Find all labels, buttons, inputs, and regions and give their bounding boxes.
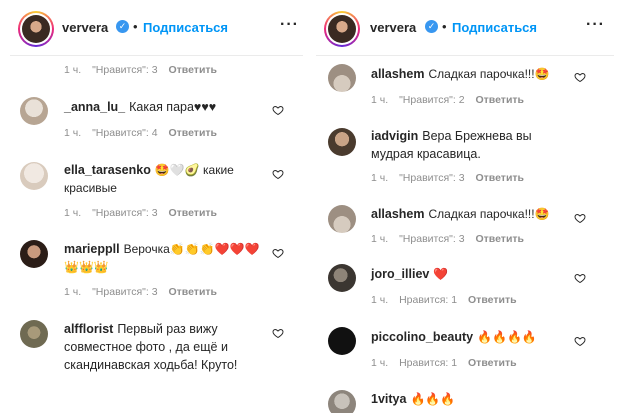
comment-time[interactable]: 1 ч. [371, 357, 388, 369]
comments-panel-left: ververa ✓ • Подписаться ··· 1 ч. "Нравит… [10, 0, 303, 413]
comment-body: iadvigin Вера Брежнева вы мудрая красавиц… [371, 127, 571, 163]
comment-time[interactable]: 1 ч. [371, 94, 388, 106]
comment-time[interactable]: 1 ч. [64, 286, 81, 298]
reply-button[interactable]: Ответить [168, 207, 217, 219]
comment-time[interactable]: 1 ч. [371, 172, 388, 184]
more-options-icon[interactable]: ··· [586, 16, 605, 34]
comment-meta: 1 ч. "Нравится": 4 Ответить [64, 127, 225, 139]
comment-body: 1vitya 🔥🔥🔥 [371, 390, 581, 408]
comment-time[interactable]: 1 ч. [371, 233, 388, 245]
verified-badge-icon: ✓ [116, 20, 129, 33]
comment-avatar[interactable] [328, 390, 356, 413]
comment-body: ella_tarasenko 🤩🤍🥑 какие красивые [64, 161, 269, 197]
comment-avatar[interactable] [20, 162, 48, 190]
comment-username[interactable]: _anna_lu_ [64, 100, 125, 114]
comment-text: Какая пара♥♥♥ [129, 100, 217, 114]
comment-avatar[interactable] [20, 97, 48, 125]
comment-likes[interactable]: Нравится: 1 [399, 357, 457, 369]
comment-avatar[interactable] [328, 205, 356, 233]
header-separator: • [133, 19, 138, 34]
reply-button[interactable]: Ответить [168, 64, 217, 76]
header-username[interactable]: ververa [370, 20, 416, 35]
comment-likes[interactable]: Нравится: 1 [399, 294, 457, 306]
comment-avatar[interactable] [328, 128, 356, 156]
comment-text: 🔥🔥🔥🔥 [477, 330, 537, 344]
comment-time[interactable]: 1 ч. [64, 64, 81, 76]
comment-likes[interactable]: "Нравится": 3 [399, 233, 464, 245]
comment-username[interactable]: iadvigin [371, 129, 418, 143]
post-header: ververa ✓ • Подписаться ··· [316, 0, 614, 56]
reply-button[interactable]: Ответить [475, 233, 524, 245]
comment-time[interactable]: 1 ч. [64, 127, 81, 139]
comment-username[interactable]: allashem [371, 207, 425, 221]
comment-username[interactable]: joro_illiev [371, 267, 429, 281]
follow-button[interactable]: Подписаться [143, 20, 228, 35]
heart-outline-icon[interactable] [574, 71, 586, 83]
comment-avatar[interactable] [20, 320, 48, 348]
comment-text: Сладкая парочка!!!🤩 [428, 67, 550, 81]
heart-outline-icon[interactable] [272, 104, 284, 116]
comments-panel-right: ververa ✓ • Подписаться ··· allashem Слад… [316, 0, 614, 413]
comment-body: piccolino_beauty 🔥🔥🔥🔥 [371, 328, 581, 346]
verified-badge-icon: ✓ [425, 20, 438, 33]
comment-body: _anna_lu_ Какая пара♥♥♥ [64, 98, 269, 116]
comment-time[interactable]: 1 ч. [371, 294, 388, 306]
comment-meta: 1 ч. Нравится: 1 Ответить [371, 294, 525, 306]
comment-text: 🔥🔥🔥 [410, 392, 456, 406]
reply-button[interactable]: Ответить [475, 172, 524, 184]
heart-outline-icon[interactable] [272, 247, 284, 259]
comment-likes[interactable]: "Нравится": 3 [92, 207, 157, 219]
reply-button[interactable]: Ответить [475, 94, 524, 106]
reply-button[interactable]: Ответить [168, 127, 217, 139]
heart-outline-icon[interactable] [272, 327, 284, 339]
comment-meta: 1 ч. "Нравится": 3 Ответить [64, 286, 225, 298]
comment-username[interactable]: allashem [371, 67, 425, 81]
comment-meta: 1 ч. "Нравится": 3 Ответить [64, 64, 225, 76]
comment-likes[interactable]: "Нравится": 3 [92, 286, 157, 298]
comment-likes[interactable]: "Нравится": 3 [92, 64, 157, 76]
reply-button[interactable]: Ответить [468, 357, 517, 369]
comment-meta: 1 ч. "Нравится": 3 Ответить [371, 172, 532, 184]
comment-meta: 1 ч. "Нравится": 3 Ответить [371, 233, 532, 245]
comment-body: allashem Сладкая парочка!!!🤩 [371, 205, 581, 223]
reply-button[interactable]: Ответить [468, 294, 517, 306]
comment-username[interactable]: marieppll [64, 242, 120, 256]
comment-body: marieppll Верочка👏👏👏❤️❤️❤️👑👑👑 [64, 240, 269, 276]
comment-username[interactable]: ella_tarasenko [64, 163, 151, 177]
profile-avatar[interactable] [324, 11, 360, 47]
comment-username[interactable]: piccolino_beauty [371, 330, 473, 344]
comment-avatar[interactable] [328, 327, 356, 355]
comment-body: alfflorist Первый раз вижу совместное фот… [64, 320, 269, 374]
comment-avatar[interactable] [328, 64, 356, 92]
comment-body: joro_illiev ❤️ [371, 265, 571, 283]
comment-avatar[interactable] [328, 264, 356, 292]
comment-avatar[interactable] [20, 240, 48, 268]
reply-button[interactable]: Ответить [168, 286, 217, 298]
comment-username[interactable]: 1vitya [371, 392, 406, 406]
profile-avatar[interactable] [18, 11, 54, 47]
comment-likes[interactable]: "Нравится": 4 [92, 127, 157, 139]
header-separator: • [442, 19, 447, 34]
comment-meta: 1 ч. "Нравится": 2 Ответить [371, 94, 532, 106]
comment-username[interactable]: alfflorist [64, 322, 113, 336]
heart-outline-icon[interactable] [272, 168, 284, 180]
comment-time[interactable]: 1 ч. [64, 207, 81, 219]
header-username[interactable]: ververa [62, 20, 108, 35]
comment-likes[interactable]: "Нравится": 2 [399, 94, 464, 106]
more-options-icon[interactable]: ··· [280, 16, 299, 34]
comment-likes[interactable]: "Нравится": 3 [399, 172, 464, 184]
comment-text: ❤️ [433, 267, 449, 281]
comment-meta: 1 ч. Нравится: 1 Ответить [371, 357, 525, 369]
comment-body: allashem Сладкая парочка!!!🤩 [371, 65, 581, 83]
heart-outline-icon[interactable] [574, 272, 586, 284]
follow-button[interactable]: Подписаться [452, 20, 537, 35]
comment-text: Сладкая парочка!!!🤩 [428, 207, 550, 221]
heart-outline-icon[interactable] [574, 335, 586, 347]
heart-outline-icon[interactable] [574, 212, 586, 224]
comment-meta: 1 ч. "Нравится": 3 Ответить [64, 207, 225, 219]
post-header: ververa ✓ • Подписаться ··· [10, 0, 303, 56]
